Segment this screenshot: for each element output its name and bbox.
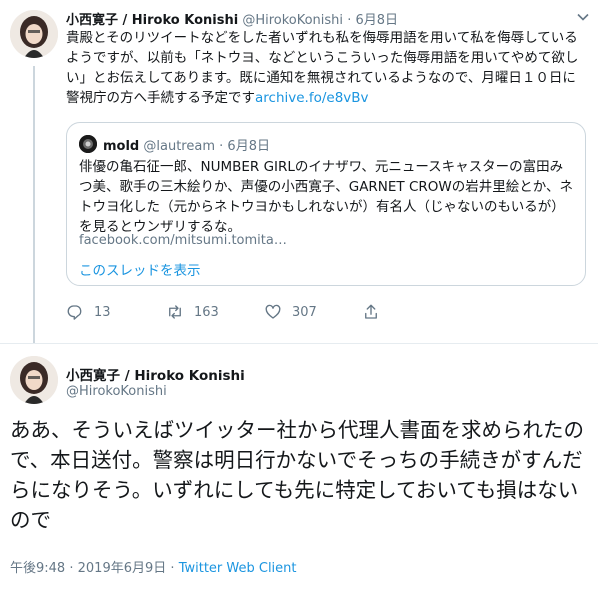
like-icon [264, 303, 282, 321]
tweet-date[interactable]: 6月8日 [355, 13, 398, 28]
tweet2-display-name[interactable]: 小西寛子 / Hiroko Konishi [66, 364, 245, 384]
tweet-actions: 13 163 307 [66, 300, 380, 324]
tweet-date[interactable]: 2019年6月9日 [78, 561, 167, 576]
user-handle[interactable]: @HirokoKonishi [66, 384, 167, 399]
tweet-divider [0, 343, 598, 344]
reply-count: 13 [94, 304, 111, 320]
chevron-down-icon[interactable] [576, 10, 590, 27]
avatar-hiroko-konishi[interactable] [10, 10, 58, 58]
tweet2-meta: 午後9:48 · 2019年6月9日 · Twitter Web Client [10, 557, 297, 576]
separator-dot: · [69, 561, 74, 576]
tweet2-handle-row[interactable]: @HirokoKonishi [66, 384, 167, 399]
thread-line [33, 66, 35, 344]
tweet2-text: ああ、そういえばツイッター社から代理人書面を求められたので、本日送付。警察は明日… [10, 418, 584, 532]
reply-icon [66, 303, 84, 321]
retweet-icon [166, 303, 184, 321]
quote-handle[interactable]: @lautream [143, 139, 215, 154]
quoted-tweet[interactable]: mold @lautream · 6月8日 俳優の亀石征一郎、NUMBER GI… [66, 122, 586, 286]
display-name[interactable]: 小西寛子 / Hiroko Konishi [66, 13, 238, 28]
display-name[interactable]: 小西寛子 / Hiroko Konishi [66, 368, 245, 384]
quote-display-name[interactable]: mold [103, 139, 139, 154]
like-count: 307 [292, 304, 317, 320]
separator-dot: · [170, 561, 175, 576]
show-thread-link[interactable]: このスレッドを表示 [79, 259, 201, 279]
separator-dot: · [219, 139, 224, 154]
tweet-source[interactable]: Twitter Web Client [179, 561, 297, 576]
tweet-link[interactable]: archive.fo/e8vBv [255, 90, 369, 106]
retweet-count: 163 [194, 304, 219, 320]
quote-text: 俳優の亀石征一郎、NUMBER GIRLのイナザワ、元ニュースキャスターの富田み… [79, 159, 573, 235]
avatar-mold[interactable] [79, 135, 97, 153]
avatar-hiroko-konishi[interactable] [10, 356, 58, 404]
quote-date[interactable]: 6月8日 [227, 139, 270, 154]
quote-link[interactable]: facebook.com/mitsumi.tomita… [79, 233, 287, 248]
user-handle[interactable]: @HirokoKonishi [242, 13, 343, 28]
tweet1-header: 小西寛子 / Hiroko Konishi @HirokoKonishi · 6… [66, 9, 398, 28]
separator-dot: · [347, 13, 352, 28]
share-button[interactable] [362, 303, 380, 321]
tweet-time[interactable]: 午後9:48 [10, 561, 65, 576]
share-icon [362, 303, 380, 321]
like-button[interactable]: 307 [264, 303, 362, 321]
reply-button[interactable]: 13 [66, 303, 166, 321]
quote-header: mold @lautream · 6月8日 [103, 135, 270, 154]
retweet-button[interactable]: 163 [166, 303, 264, 321]
tweet1-body: 貴殿とそのリツイートなどをした者いずれも私を侮辱用語を用いて私を侮辱しているよう… [66, 28, 586, 108]
